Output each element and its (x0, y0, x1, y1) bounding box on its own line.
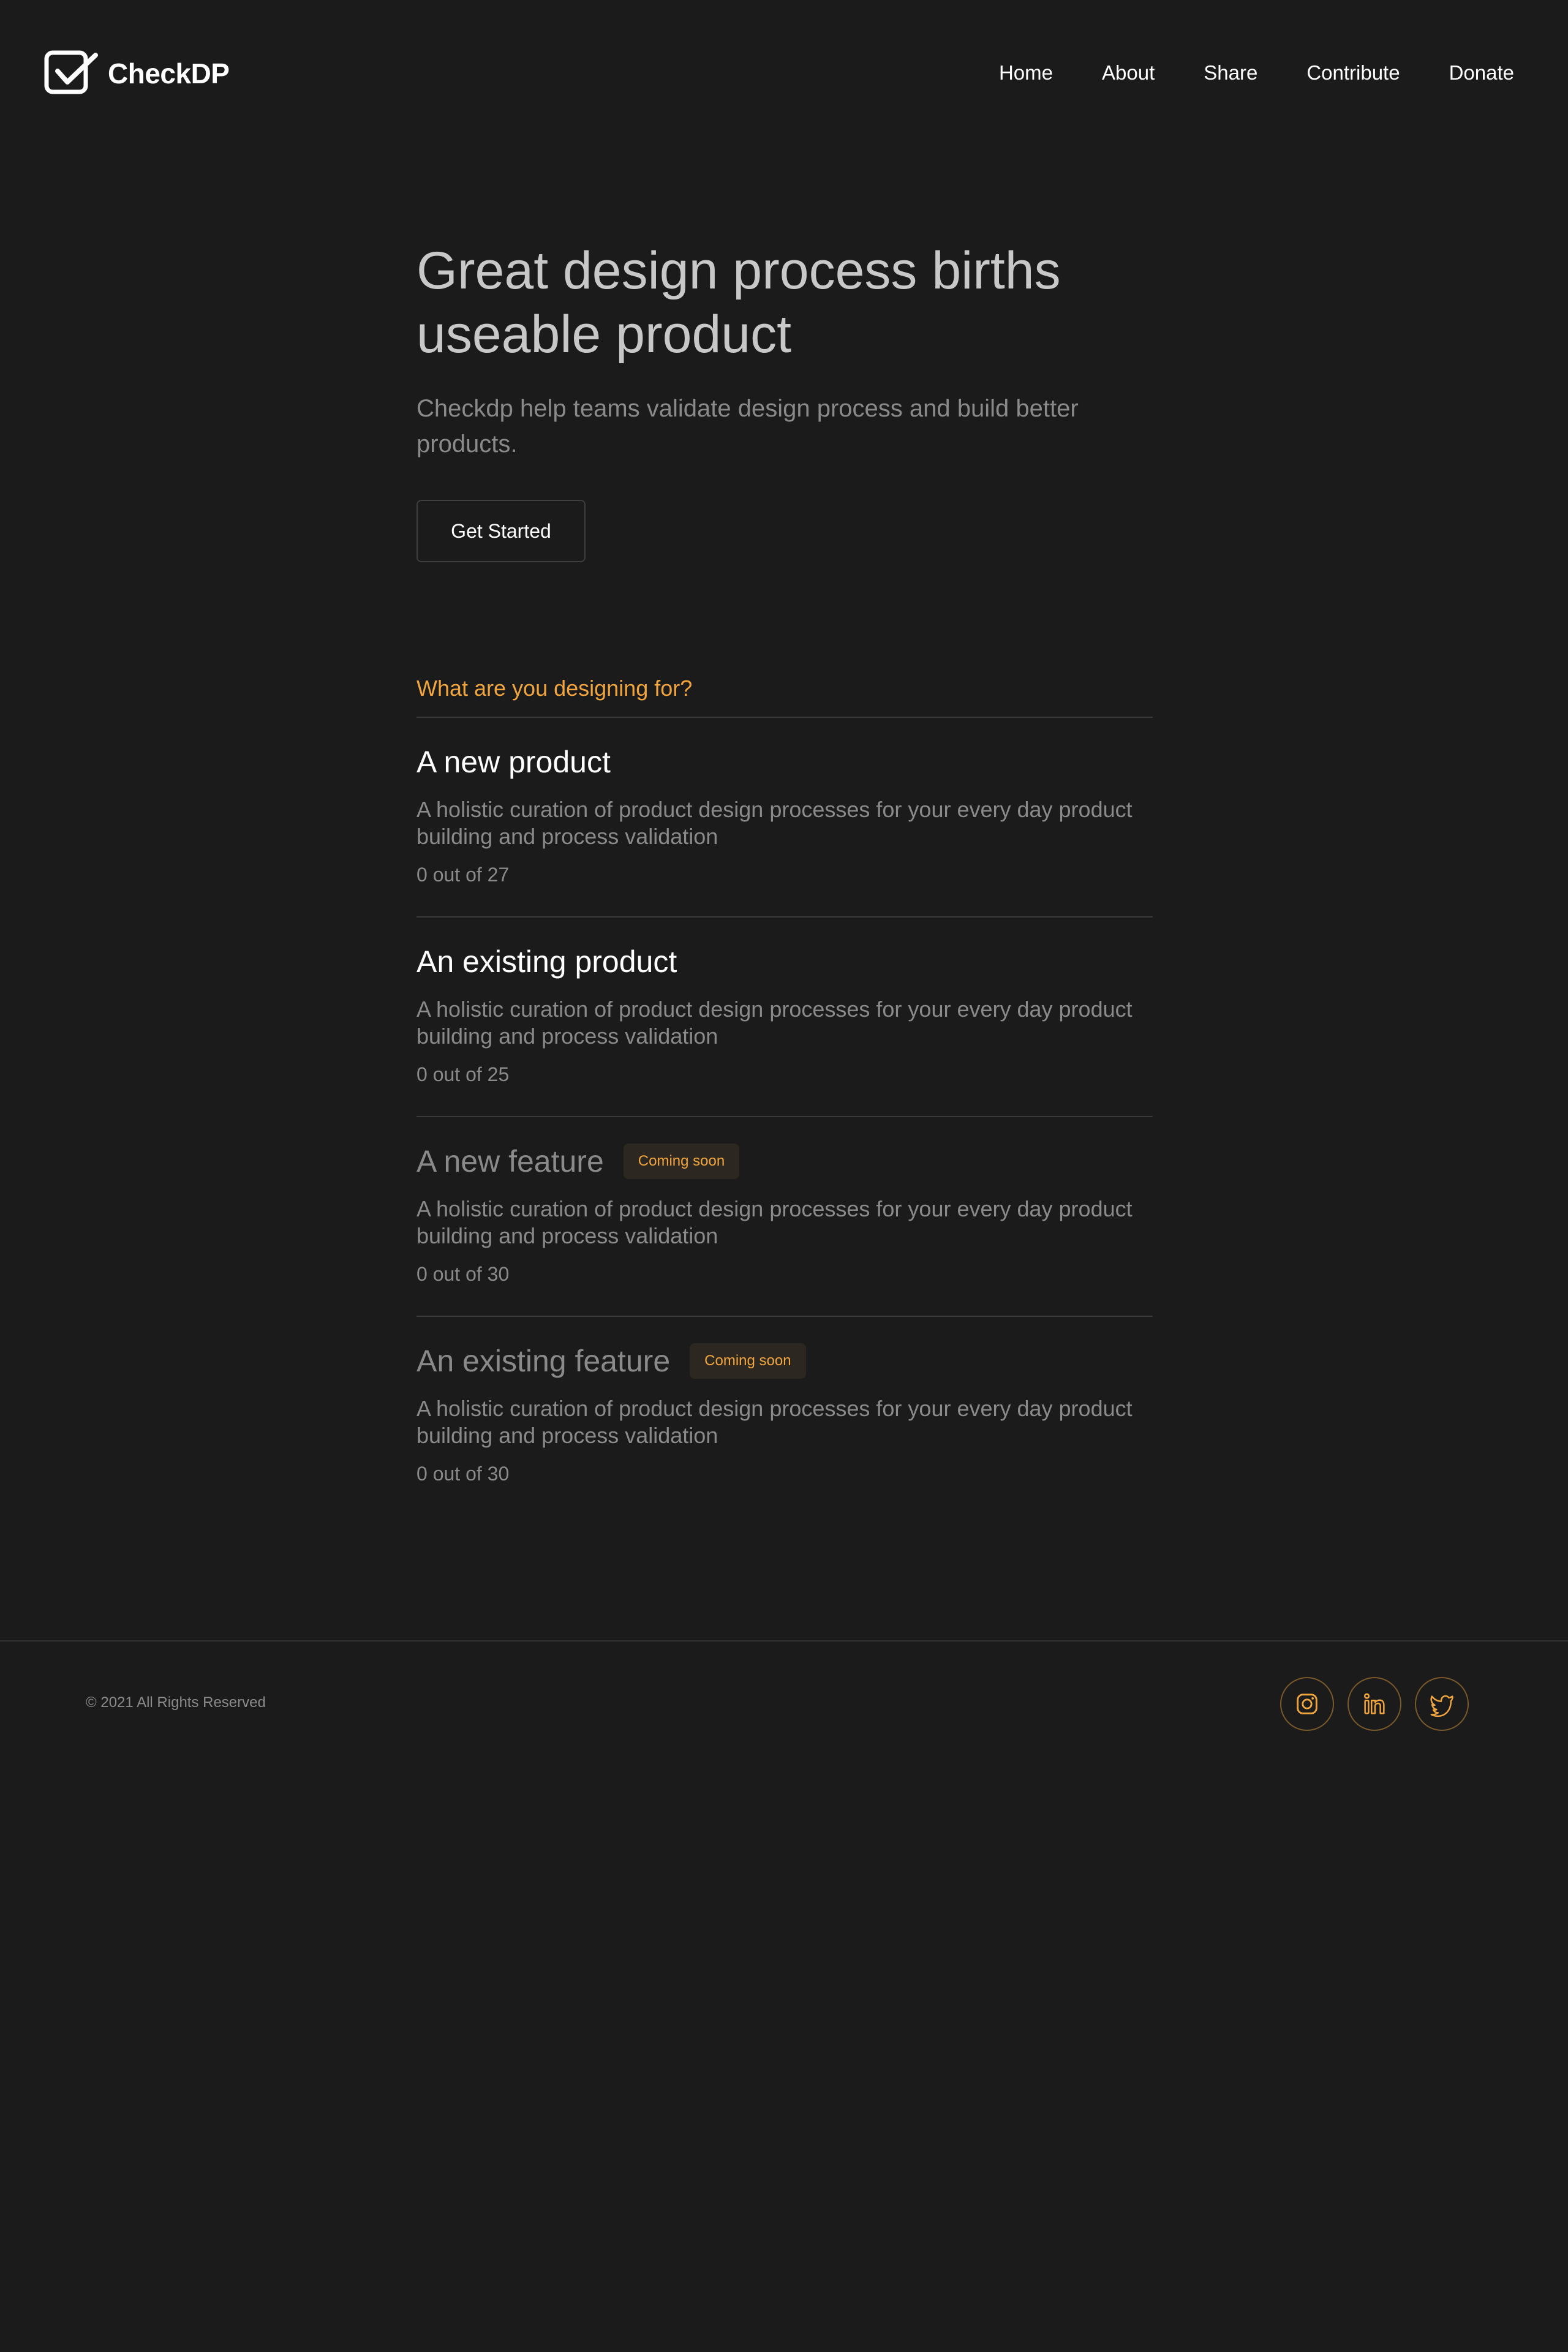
coming-soon-badge: Coming soon (690, 1343, 806, 1379)
item-title: An existing feature (417, 1344, 671, 1378)
section-heading: What are you designing for? (417, 676, 693, 701)
nav-about[interactable]: About (1102, 58, 1155, 88)
instagram-link[interactable] (1280, 1677, 1334, 1731)
twitter-icon (1430, 1695, 1453, 1717)
linkedin-link[interactable] (1348, 1677, 1401, 1731)
linkedin-icon (1363, 1693, 1385, 1714)
item-progress-count: 0 out of 25 (417, 1063, 510, 1085)
list-item-new-feature: A new feature Coming soon A holistic cur… (417, 1116, 1153, 1316)
item-progress-count: 0 out of 30 (417, 1263, 510, 1285)
item-progress-count: 0 out of 30 (417, 1463, 510, 1485)
brand-name: CheckDP (108, 58, 230, 89)
coming-soon-badge: Coming soon (623, 1144, 740, 1179)
brand-logo[interactable]: CheckDP (44, 49, 230, 98)
checkbox-check-icon (44, 50, 98, 94)
list-item-existing-feature: An existing feature Coming soon A holist… (417, 1316, 1153, 1515)
site-header: CheckDP Home About Share Contribute Dona… (0, 0, 1568, 145)
item-description: A holistic curation of product design pr… (417, 997, 1133, 1049)
item-progress-count: 0 out of 27 (417, 864, 510, 886)
nav-share[interactable]: Share (1204, 58, 1257, 88)
copyright-text: © 2021 All Rights Reserved (86, 1694, 266, 1711)
item-title-row: An existing product (417, 943, 1153, 980)
get-started-button[interactable]: Get Started (417, 500, 586, 562)
list-item-new-product[interactable]: A new product A holistic curation of pro… (417, 717, 1153, 916)
main-nav: Home About Share Contribute Donate (950, 58, 1514, 88)
site-footer: © 2021 All Rights Reserved (0, 1640, 1568, 1776)
instagram-icon (1297, 1694, 1317, 1714)
hero-title: Great design process births useable prod… (417, 241, 1061, 364)
item-title: A new feature (417, 1144, 604, 1178)
list-item-existing-product[interactable]: An existing product A holistic curation … (417, 916, 1153, 1116)
nav-contribute[interactable]: Contribute (1306, 58, 1400, 88)
twitter-link[interactable] (1415, 1677, 1469, 1731)
item-title: An existing product (417, 944, 677, 979)
item-description: A holistic curation of product design pr… (417, 797, 1133, 849)
nav-home[interactable]: Home (999, 58, 1053, 88)
design-type-list: A new product A holistic curation of pro… (417, 717, 1153, 1515)
hero-section: Great design process births useable prod… (417, 239, 1152, 462)
item-title-row: An existing feature Coming soon (417, 1343, 1153, 1379)
item-title: A new product (417, 745, 611, 779)
item-description: A holistic curation of product design pr… (417, 1196, 1133, 1248)
item-title-row: A new product (417, 744, 1153, 780)
item-title-row: A new feature Coming soon (417, 1143, 1153, 1180)
social-links (1267, 1677, 1469, 1731)
hero-subtitle: Checkdp help teams validate design proce… (417, 395, 1079, 458)
nav-donate[interactable]: Donate (1449, 58, 1514, 88)
item-description: A holistic curation of product design pr… (417, 1396, 1133, 1448)
